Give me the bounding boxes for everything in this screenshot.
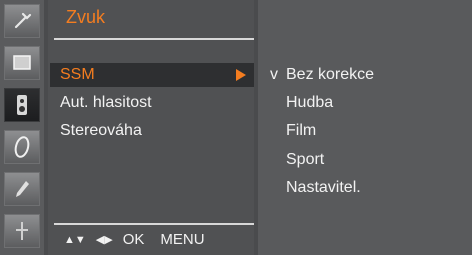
tv-osd-menu: Zvuk SSM Aut. hlasitost Stereováha ▲▼ ◀▶… bbox=[0, 0, 472, 255]
menu-item-ssm[interactable]: SSM bbox=[50, 63, 254, 87]
menu-title: Zvuk bbox=[66, 7, 106, 27]
key-icon[interactable] bbox=[4, 172, 40, 206]
submenu-option-label: Film bbox=[286, 122, 317, 139]
divider bbox=[54, 38, 254, 40]
menu-item-label: SSM bbox=[60, 66, 95, 83]
ok-hint: OK bbox=[122, 231, 145, 248]
menu-hint: MENU bbox=[160, 231, 205, 248]
category-icon-column bbox=[0, 0, 44, 255]
submenu-option-hudba[interactable]: Hudba bbox=[270, 91, 460, 115]
navigation-hints: ▲▼ ◀▶ OK MENU bbox=[64, 229, 205, 251]
input-icon[interactable] bbox=[4, 214, 40, 248]
menu-item-label: Stereováha bbox=[60, 122, 142, 139]
menu-item-auto-volume[interactable]: Aut. hlasitost bbox=[50, 91, 254, 115]
up-down-icon: ▲▼ bbox=[64, 234, 86, 246]
checkmark-icon: v bbox=[270, 66, 278, 83]
submenu-option-film[interactable]: Film bbox=[270, 119, 460, 143]
submenu-option-bez-korekce[interactable]: v Bez korekce bbox=[270, 63, 460, 87]
menu-item-balance[interactable]: Stereováha bbox=[50, 119, 254, 143]
clock-icon[interactable] bbox=[4, 130, 40, 164]
left-right-icon: ◀▶ bbox=[95, 234, 113, 246]
submenu-option-label: Bez korekce bbox=[286, 66, 375, 83]
submenu-option-label: Sport bbox=[286, 151, 325, 168]
menu-item-label: Aut. hlasitost bbox=[60, 94, 152, 111]
submenu-arrow-icon bbox=[236, 69, 246, 81]
speaker-icon[interactable] bbox=[4, 88, 40, 122]
submenu-option-nastavitel[interactable]: Nastavitel. bbox=[270, 176, 460, 200]
screen-icon[interactable] bbox=[4, 46, 40, 80]
submenu-option-label: Nastavitel. bbox=[286, 179, 361, 196]
tools-icon[interactable] bbox=[4, 4, 40, 38]
submenu-option-sport[interactable]: Sport bbox=[270, 148, 460, 172]
divider bbox=[54, 223, 254, 225]
submenu-option-label: Hudba bbox=[286, 94, 334, 111]
